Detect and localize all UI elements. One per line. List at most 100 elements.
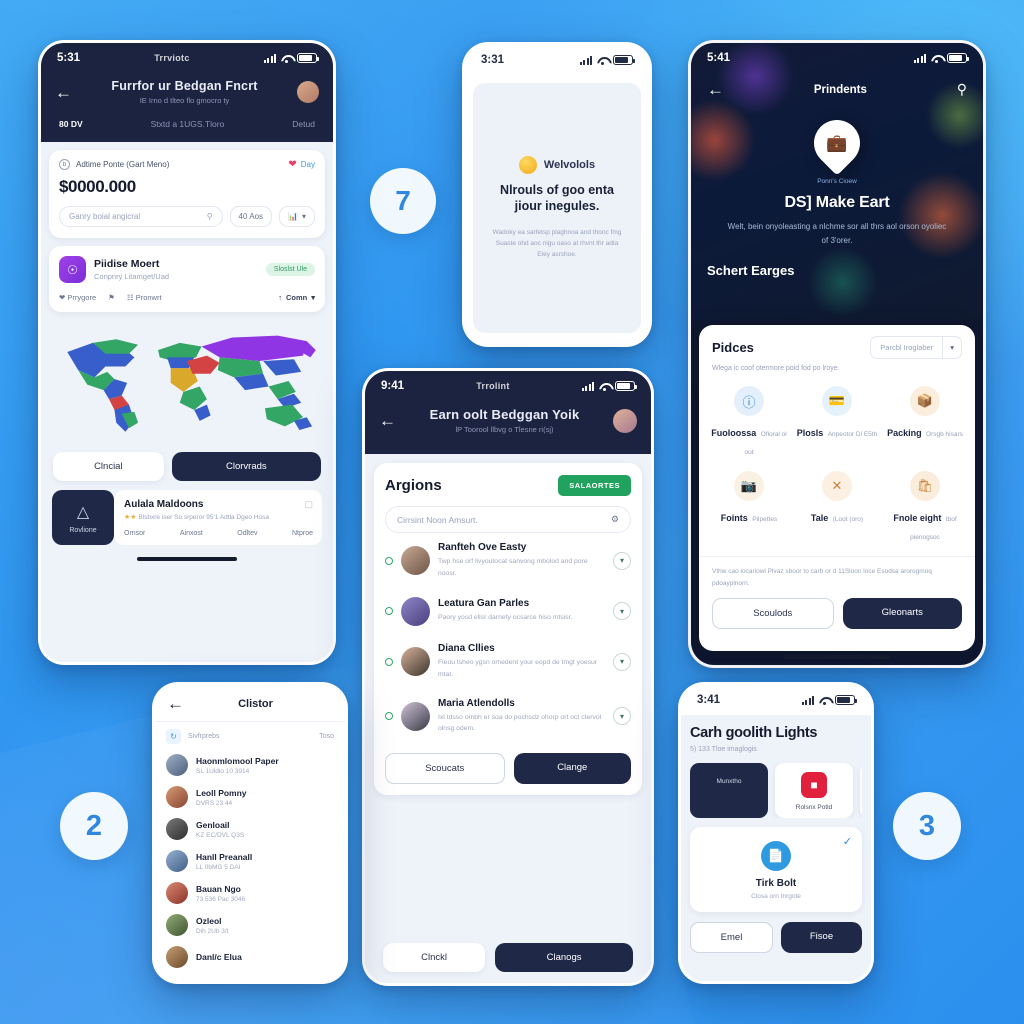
table-row[interactable]: Diana Cllies Fleou tsheo ygsn omedent yo… bbox=[385, 634, 631, 689]
status-dot bbox=[385, 607, 393, 616]
payment-method-tile[interactable]: ■ Rolsnx Potld bbox=[775, 763, 853, 818]
service-item[interactable]: 💳 Plosls Anpeotor Di E5th bbox=[795, 386, 879, 459]
search-icon[interactable]: ⚲ bbox=[957, 81, 967, 98]
status-indicators bbox=[913, 53, 969, 63]
listing-link-1[interactable]: Ornsor bbox=[124, 530, 145, 537]
list-item[interactable]: Danl/c Elua bbox=[155, 941, 345, 973]
check-icon: ✓ bbox=[842, 836, 852, 848]
status-time: 3:41 bbox=[697, 694, 721, 706]
chevron-down-icon[interactable]: ▾ bbox=[613, 707, 631, 726]
status-badge[interactable]: SALAORTES bbox=[558, 475, 631, 496]
confirm-button[interactable]: Fisoe bbox=[781, 922, 862, 953]
like-action[interactable]: ❤ Prrygore bbox=[59, 293, 96, 302]
filter-select[interactable]: Parcbl Iroglaber ▾ bbox=[870, 336, 962, 359]
row-name: Ranfteh Ove Easty bbox=[438, 542, 527, 553]
service-item[interactable]: 📷 Foints Pilpettes bbox=[707, 471, 791, 544]
service-item[interactable]: ⓘ Fuoloossa Ofloral ol out bbox=[707, 386, 791, 459]
status-indicators bbox=[263, 53, 319, 63]
count-chip[interactable]: 40 Aos bbox=[229, 206, 273, 227]
bookmark-icon[interactable]: ▢ bbox=[304, 499, 313, 510]
list-item[interactable]: Genloail KZ EC/DVL Q3S bbox=[155, 813, 345, 845]
refresh-icon[interactable]: ↻ bbox=[166, 729, 181, 744]
contact-name: Danl/c Elua bbox=[196, 952, 242, 962]
cancel-button[interactable]: Clnckl bbox=[383, 943, 486, 973]
service-sub: (Loot (oro) bbox=[832, 516, 864, 523]
page-subtitle: 5) 133 Tloe imaglogis bbox=[690, 746, 757, 753]
listing-links: Ornsor Ainxost Odltev Ntproe bbox=[124, 530, 313, 537]
search-placeholder: Ganry boial angicral bbox=[69, 212, 141, 221]
secondary-button[interactable]: Scoucats bbox=[385, 753, 505, 785]
step-badge-2: 2 bbox=[60, 792, 128, 860]
service-label: Packing bbox=[887, 428, 922, 438]
chevron-down-icon[interactable]: ▾ bbox=[613, 652, 631, 671]
back-icon[interactable]: ← bbox=[167, 695, 184, 712]
favorite-button[interactable]: ❤ Day bbox=[288, 159, 315, 170]
list-item[interactable]: Ozleol Dih 2Ub 3/t bbox=[155, 909, 345, 941]
contact-name: Haonmlomool Paper bbox=[196, 755, 279, 766]
avatar[interactable] bbox=[297, 81, 319, 103]
app-card-names: Piidise Moert Conpnry Litamget/Uad bbox=[94, 258, 258, 281]
phone5-header: ← Clistor bbox=[155, 685, 345, 722]
back-icon[interactable]: ← bbox=[379, 412, 396, 429]
selected-method-card[interactable]: ✓ 📄 Tirk Bolt Closa orn tnrgote bbox=[690, 827, 862, 912]
receipt-icon: 📄 bbox=[761, 841, 791, 871]
chart-menu-chip[interactable]: 📊 ▾ bbox=[279, 206, 315, 227]
confirm-button[interactable]: Clanogs bbox=[495, 943, 633, 973]
tab-stats[interactable]: Stxtd a 1UGS.Tloro bbox=[151, 119, 225, 136]
listing-link-2[interactable]: Ainxost bbox=[180, 530, 203, 537]
subrow-action[interactable]: Toso bbox=[319, 733, 334, 740]
service-item[interactable]: ✕ Tale (Loot (oro) bbox=[795, 471, 879, 544]
share-action[interactable]: ↑ Comn ▾ bbox=[278, 293, 315, 302]
sheet-actions: Scoulods Gleonarts bbox=[699, 589, 975, 640]
list-item[interactable]: Hanll Preanall LL 0bMG 5 DAl bbox=[155, 845, 345, 877]
status-time: 9:41 bbox=[381, 380, 405, 392]
battery-icon bbox=[613, 55, 635, 65]
search-input[interactable]: Cirrsint Noon Amsurt. ⚙ bbox=[385, 506, 631, 533]
app-card-actions: ❤ Prrygore ⚑ ☷ Pronwrt ↑ Comn ▾ bbox=[59, 293, 315, 302]
cancel-button[interactable]: Emel bbox=[690, 922, 773, 953]
chevron-down-icon[interactable]: ▾ bbox=[613, 602, 631, 621]
confirm-button[interactable]: Clorvrads bbox=[171, 452, 321, 481]
listing-link-4[interactable]: Ntproe bbox=[292, 530, 313, 537]
avatar bbox=[166, 754, 188, 776]
table-row[interactable]: Leatura Gan Parles Paory yosd ellsr darn… bbox=[385, 588, 631, 634]
payment-method-tile-partial[interactable] bbox=[860, 763, 862, 818]
service-item[interactable]: 🛍 Fnole eight tbof pienogsoc bbox=[883, 471, 967, 544]
primary-button[interactable]: Clange bbox=[513, 753, 631, 785]
phone-mockup-dashboard: 5:31 Trrviotc ← Furrfor ur Bedgan Fncrt … bbox=[38, 40, 336, 665]
listing-card[interactable]: △ Rovlione Aulala Maldoons ▢ ★★ Blsbxre … bbox=[52, 490, 322, 545]
table-row[interactable]: Maria Atlendolls Ixl tdsso ombh er soa d… bbox=[385, 689, 631, 744]
status-badge: Sloslst Ule bbox=[265, 263, 315, 276]
avatar bbox=[401, 647, 430, 677]
actions-card-header: Argions SALAORTES bbox=[385, 475, 631, 496]
list-item[interactable]: Bauan Ngo 73 536 Pac 3046 bbox=[155, 877, 345, 909]
welcome-heading: Nlrouls of goo enta jiour inegules. bbox=[500, 182, 614, 214]
table-row[interactable]: Ranfteh Ove Easty Twp hse orf livyoutoca… bbox=[385, 533, 631, 588]
share-icon: ↑ bbox=[278, 293, 282, 302]
back-icon[interactable]: ← bbox=[707, 81, 724, 98]
list-item[interactable]: Haonmlomool Paper SL 1Uldlo 10 3914 bbox=[155, 749, 345, 781]
contact-meta: DVRS 23 44 bbox=[196, 799, 233, 807]
contact-meta: KZ EC/DVL Q3S bbox=[196, 831, 245, 839]
secondary-button[interactable]: Scoulods bbox=[712, 598, 834, 630]
avatar bbox=[166, 818, 188, 840]
report-action[interactable]: ☷ Pronwrt bbox=[127, 293, 162, 302]
listing-link-3[interactable]: Odltev bbox=[237, 530, 257, 537]
list-item-text: Leoll Pomny DVRS 23 44 bbox=[196, 788, 247, 807]
flag-icon[interactable]: ⚑ bbox=[108, 293, 115, 302]
cancel-button[interactable]: Clncial bbox=[53, 452, 164, 481]
tab-detail[interactable]: Detud bbox=[292, 119, 315, 136]
phone4-title-group: Earn oolt Bedggan Yoik lP Toorool llbvg … bbox=[406, 407, 603, 434]
payment-method-tile[interactable]: Munxtho bbox=[690, 763, 768, 818]
back-icon[interactable]: ← bbox=[55, 84, 72, 101]
chevron-down-icon[interactable]: ▾ bbox=[613, 551, 631, 570]
tab-overview[interactable]: 80 DV bbox=[59, 119, 83, 136]
search-input[interactable]: Ganry boial angicral ⚲ bbox=[59, 206, 223, 227]
primary-button[interactable]: Gleonarts bbox=[842, 598, 962, 630]
avatar[interactable] bbox=[613, 408, 637, 433]
home-indicator bbox=[784, 655, 890, 659]
signal-icon bbox=[263, 53, 276, 63]
service-item[interactable]: 📦 Packing Orsgb hisars bbox=[883, 386, 967, 459]
list-item[interactable]: Leoll Pomny DVRS 23 44 bbox=[155, 781, 345, 813]
status-carrier: Trrviotc bbox=[154, 53, 190, 63]
